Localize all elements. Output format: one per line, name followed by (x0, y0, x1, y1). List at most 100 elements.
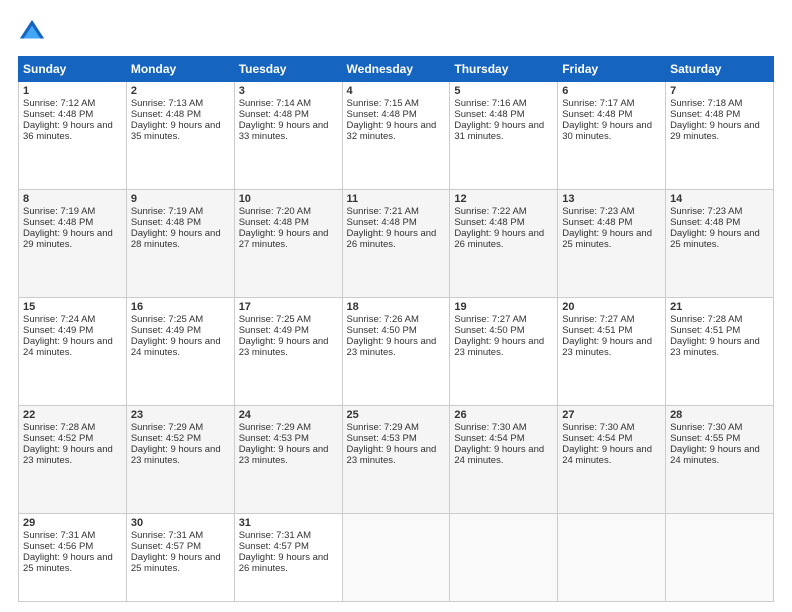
calendar-cell: 10Sunrise: 7:20 AMSunset: 4:48 PMDayligh… (234, 189, 342, 297)
sunrise-text: Sunrise: 7:25 AM (131, 314, 230, 325)
calendar-cell: 1Sunrise: 7:12 AMSunset: 4:48 PMDaylight… (19, 82, 127, 190)
calendar-cell: 31Sunrise: 7:31 AMSunset: 4:57 PMDayligh… (234, 513, 342, 601)
day-number: 25 (347, 409, 446, 421)
calendar-cell: 20Sunrise: 7:27 AMSunset: 4:51 PMDayligh… (558, 297, 666, 405)
day-number: 31 (239, 517, 338, 529)
day-number: 10 (239, 193, 338, 205)
sunset-text: Sunset: 4:51 PM (670, 325, 769, 336)
calendar-cell: 11Sunrise: 7:21 AMSunset: 4:48 PMDayligh… (342, 189, 450, 297)
daylight-text: Daylight: 9 hours and 24 minutes. (23, 336, 122, 358)
daylight-text: Daylight: 9 hours and 24 minutes. (562, 444, 661, 466)
sunset-text: Sunset: 4:48 PM (131, 217, 230, 228)
sunset-text: Sunset: 4:57 PM (131, 541, 230, 552)
daylight-text: Daylight: 9 hours and 25 minutes. (562, 228, 661, 250)
day-number: 16 (131, 301, 230, 313)
sunrise-text: Sunrise: 7:30 AM (562, 422, 661, 433)
page-header (18, 18, 774, 46)
day-number: 6 (562, 85, 661, 97)
sunset-text: Sunset: 4:48 PM (23, 109, 122, 120)
sunrise-text: Sunrise: 7:13 AM (131, 98, 230, 109)
calendar-cell: 6Sunrise: 7:17 AMSunset: 4:48 PMDaylight… (558, 82, 666, 190)
day-number: 13 (562, 193, 661, 205)
daylight-text: Daylight: 9 hours and 30 minutes. (562, 120, 661, 142)
calendar-week-4: 22Sunrise: 7:28 AM Sunset: 4:52 PM Dayligh… (19, 405, 774, 513)
sunrise-text: Sunrise: 7:27 AM (454, 314, 553, 325)
sunrise-text: Sunrise: 7:30 AM (454, 422, 553, 433)
calendar-cell: 13Sunrise: 7:23 AMSunset: 4:48 PMDayligh… (558, 189, 666, 297)
calendar-cell: 15Sunrise: 7:24 AMSunset: 4:49 PMDayligh… (19, 297, 127, 405)
daylight-text: Daylight: 9 hours and 23 minutes. (562, 336, 661, 358)
day-number: 4 (347, 85, 446, 97)
day-number: 14 (670, 193, 769, 205)
calendar-week-1: 1Sunrise: 7:12 AMSunset: 4:48 PMDaylight… (19, 82, 774, 190)
sunset-text: Sunset: 4:49 PM (131, 325, 230, 336)
weekday-header-sunday: Sunday (19, 57, 127, 82)
sunset-text: Sunset: 4:54 PM (454, 433, 553, 444)
calendar-page: SundayMondayTuesdayWednesdayThursdayFrid… (0, 0, 792, 612)
calendar-cell: 29Sunrise: 7:31 AMSunset: 4:56 PMDayligh… (19, 513, 127, 601)
sunrise-text: Sunrise: 7:25 AM (239, 314, 338, 325)
day-number: 3 (239, 85, 338, 97)
calendar-week-3: 15Sunrise: 7:24 AMSunset: 4:49 PMDayligh… (19, 297, 774, 405)
calendar-cell (558, 513, 666, 601)
daylight-text: Daylight: 9 hours and 25 minutes. (23, 552, 122, 574)
sunset-text: Sunset: 4:48 PM (239, 109, 338, 120)
day-number: 19 (454, 301, 553, 313)
daylight-text: Daylight: 9 hours and 31 minutes. (454, 120, 553, 142)
sunrise-text: Sunrise: 7:21 AM (347, 206, 446, 217)
day-number: 17 (239, 301, 338, 313)
sunset-text: Sunset: 4:48 PM (347, 217, 446, 228)
calendar-cell: 26Sunrise: 7:30 AMSunset: 4:54 PMDayligh… (450, 405, 558, 513)
day-number: 15 (23, 301, 122, 313)
sunrise-text: Sunrise: 7:28 AM (23, 422, 122, 433)
calendar-cell: 18Sunrise: 7:26 AMSunset: 4:50 PMDayligh… (342, 297, 450, 405)
sunset-text: Sunset: 4:48 PM (131, 109, 230, 120)
sunrise-text: Sunrise: 7:27 AM (562, 314, 661, 325)
calendar-cell (666, 513, 774, 601)
daylight-text: Daylight: 9 hours and 29 minutes. (23, 228, 122, 250)
sunrise-text: Sunrise: 7:31 AM (131, 530, 230, 541)
weekday-header-friday: Friday (558, 57, 666, 82)
day-number: 29 (23, 517, 122, 529)
day-number: 28 (670, 409, 769, 421)
daylight-text: Daylight: 9 hours and 24 minutes. (131, 336, 230, 358)
sunrise-text: Sunrise: 7:26 AM (347, 314, 446, 325)
sunrise-text: Sunrise: 7:16 AM (454, 98, 553, 109)
daylight-text: Daylight: 9 hours and 23 minutes. (670, 336, 769, 358)
sunset-text: Sunset: 4:48 PM (347, 109, 446, 120)
sunrise-text: Sunrise: 7:24 AM (23, 314, 122, 325)
sunset-text: Sunset: 4:56 PM (23, 541, 122, 552)
daylight-text: Daylight: 9 hours and 32 minutes. (347, 120, 446, 142)
daylight-text: Daylight: 9 hours and 35 minutes. (131, 120, 230, 142)
daylight-text: Daylight: 9 hours and 36 minutes. (23, 120, 122, 142)
sunset-text: Sunset: 4:48 PM (454, 109, 553, 120)
sunset-text: Sunset: 4:53 PM (239, 433, 338, 444)
day-number: 12 (454, 193, 553, 205)
daylight-text: Daylight: 9 hours and 28 minutes. (131, 228, 230, 250)
day-number: 22 (23, 409, 122, 421)
logo (18, 18, 50, 46)
day-number: 18 (347, 301, 446, 313)
daylight-text: Daylight: 9 hours and 23 minutes. (347, 444, 446, 466)
sunset-text: Sunset: 4:54 PM (562, 433, 661, 444)
calendar-cell: 16Sunrise: 7:25 AMSunset: 4:49 PMDayligh… (126, 297, 234, 405)
weekday-header-tuesday: Tuesday (234, 57, 342, 82)
calendar-cell: 5Sunrise: 7:16 AMSunset: 4:48 PMDaylight… (450, 82, 558, 190)
day-number: 9 (131, 193, 230, 205)
sunrise-text: Sunrise: 7:12 AM (23, 98, 122, 109)
day-number: 7 (670, 85, 769, 97)
day-number: 26 (454, 409, 553, 421)
sunrise-text: Sunrise: 7:17 AM (562, 98, 661, 109)
day-number: 20 (562, 301, 661, 313)
day-number: 21 (670, 301, 769, 313)
sunset-text: Sunset: 4:49 PM (239, 325, 338, 336)
calendar-cell: 22Sunrise: 7:28 AMSunset: 4:52 PMDayligh… (19, 405, 127, 513)
calendar-body: 1Sunrise: 7:12 AMSunset: 4:48 PMDaylight… (19, 82, 774, 602)
sunset-text: Sunset: 4:52 PM (131, 433, 230, 444)
calendar-cell: 2Sunrise: 7:13 AMSunset: 4:48 PMDaylight… (126, 82, 234, 190)
sunset-text: Sunset: 4:48 PM (670, 217, 769, 228)
weekday-header-saturday: Saturday (666, 57, 774, 82)
calendar-cell: 4Sunrise: 7:15 AMSunset: 4:48 PMDaylight… (342, 82, 450, 190)
sunset-text: Sunset: 4:57 PM (239, 541, 338, 552)
sunrise-text: Sunrise: 7:28 AM (670, 314, 769, 325)
